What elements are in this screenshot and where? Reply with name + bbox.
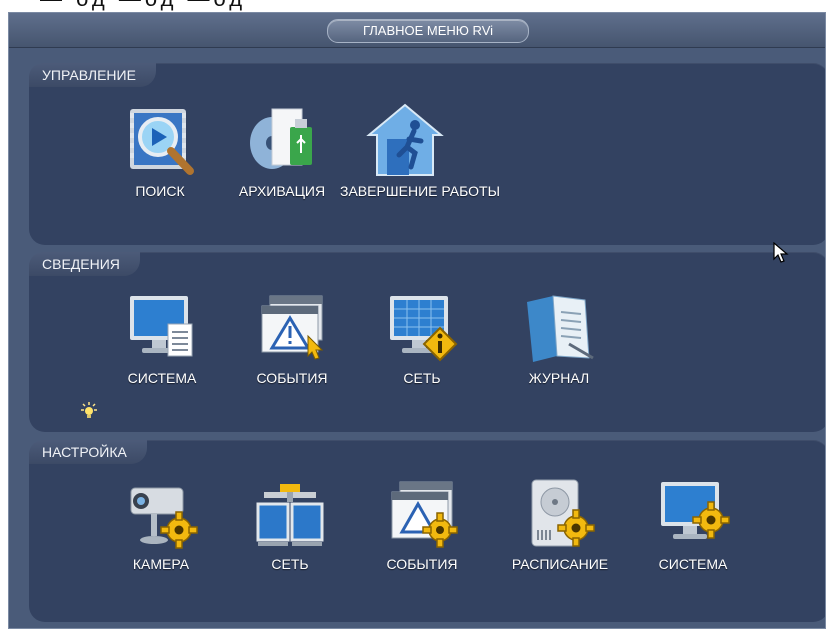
- section-management: УПРАВЛЕНИЕ ПОИСК АРХИВАЦИЯ ЗАВЕРШЕНИЕ РА…: [29, 63, 825, 245]
- system-info-icon: [130, 296, 193, 357]
- menu-item-info-system[interactable]: СИСТЕМА: [97, 288, 227, 386]
- menu-item-label: КАМЕРА: [132, 556, 190, 572]
- menu-item-info-network[interactable]: СЕТЬ: [357, 288, 487, 386]
- network-settings-icon: [256, 484, 324, 546]
- events-warning-icon: [261, 295, 324, 360]
- shutdown-exit-icon: [366, 103, 444, 176]
- backup-usb-icon: [250, 108, 312, 169]
- menu-item-label: ЗАВЕРШЕНИЕ РАБОТЫ: [340, 183, 500, 199]
- section-settings: НАСТРОЙКА КАМЕРА СЕТЬ СОБЫТИЯ РАСПИСАНИЕ…: [29, 440, 825, 622]
- window-title: ГЛАВНОЕ МЕНЮ RVi: [327, 19, 529, 43]
- top-overlay-text: — од —од —од: [40, 0, 246, 11]
- schedule-settings-icon: [531, 479, 595, 547]
- menu-item-label: РАСПИСАНИЕ: [511, 556, 609, 572]
- menu-item-label: СОБЫТИЯ: [256, 370, 328, 386]
- section-info: СВЕДЕНИЯ СИСТЕМА СОБЫТИЯ СЕТЬ ЖУРНАЛ: [29, 252, 825, 432]
- menu-item-shutdown[interactable]: ЗАВЕРШЕНИЕ РАБОТЫ: [340, 101, 500, 199]
- system-settings-icon: [661, 482, 730, 539]
- menu-item-label: СОБЫТИЯ: [386, 556, 458, 572]
- menu-item-label: ЖУРНАЛ: [528, 370, 590, 386]
- search-video-icon: [130, 109, 194, 175]
- events-settings-icon: [391, 481, 458, 548]
- menu-item-camera[interactable]: КАМЕРА: [96, 474, 226, 572]
- menu-item-info-events[interactable]: СОБЫТИЯ: [227, 288, 357, 386]
- menu-item-label: СЕТЬ: [403, 370, 441, 386]
- menu-item-label: ПОИСК: [135, 183, 185, 199]
- menu-item-events-settings[interactable]: СОБЫТИЯ: [357, 474, 487, 572]
- menu-item-label: СИСТЕМА: [658, 556, 728, 572]
- menu-item-network-settings[interactable]: СЕТЬ: [225, 474, 355, 572]
- menu-item-label: АРХИВАЦИЯ: [238, 183, 326, 199]
- menu-item-label: СИСТЕМА: [127, 370, 197, 386]
- menu-item-info-log[interactable]: ЖУРНАЛ: [494, 288, 624, 386]
- section-label: НАСТРОЙКА: [29, 440, 147, 464]
- section-label: СВЕДЕНИЯ: [29, 252, 140, 276]
- menu-item-system-settings[interactable]: СИСТЕМА: [628, 474, 758, 572]
- title-bar: ГЛАВНОЕ МЕНЮ RVi: [9, 13, 825, 48]
- menu-item-backup[interactable]: АРХИВАЦИЯ: [217, 101, 347, 199]
- hint-bulb-icon: [81, 402, 97, 418]
- network-info-icon: [390, 296, 458, 362]
- log-book-icon: [527, 295, 594, 362]
- camera-settings-icon: [130, 487, 198, 549]
- mouse-cursor-icon: [773, 242, 789, 263]
- menu-item-label: СЕТЬ: [271, 556, 309, 572]
- main-menu-window: ГЛАВНОЕ МЕНЮ RVi УПРАВЛЕНИЕ ПОИСК АРХИВА…: [8, 12, 826, 629]
- menu-item-schedule[interactable]: РАСПИСАНИЕ: [495, 474, 625, 572]
- section-label: УПРАВЛЕНИЕ: [29, 63, 156, 87]
- menu-item-search[interactable]: ПОИСК: [95, 101, 225, 199]
